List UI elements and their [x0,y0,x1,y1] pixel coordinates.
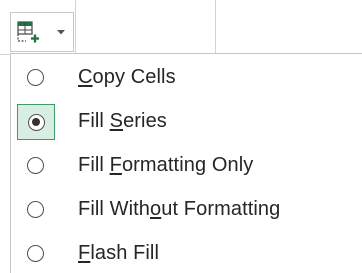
access-key: o [150,198,162,220]
access-key: S [109,110,124,132]
menu-item-label: Flash Fill [78,242,160,264]
grid-line [215,0,216,54]
menu-item-flash-fill[interactable]: Flash Fill [11,234,361,273]
radio-dot-icon [32,118,40,126]
radio-button[interactable] [27,157,44,174]
menu-item-fill-without-formatting[interactable]: Fill Without Formatting [11,190,361,230]
radio-container[interactable] [17,236,55,272]
radio-container[interactable] [17,148,55,184]
radio-button[interactable] [27,245,44,262]
chevron-down-icon[interactable] [55,27,67,37]
radio-container[interactable] [17,192,55,228]
radio-container-selected[interactable] [17,104,55,140]
access-key: C [78,66,93,88]
radio-container[interactable] [17,60,55,96]
menu-item-label: Fill Formatting Only [78,154,254,176]
access-key: F [109,154,122,176]
menu-item-label: Fill Without Formatting [78,198,281,220]
auto-fill-options-menu: Copy Cells Fill Series Fill Formatting O… [10,53,362,273]
grid-line [75,0,76,54]
auto-fill-options-icon [17,21,39,43]
menu-item-fill-formatting-only[interactable]: Fill Formatting Only [11,146,361,186]
menu-item-label: Fill Series [78,110,167,132]
radio-button-selected[interactable] [28,114,45,131]
auto-fill-options-button[interactable] [10,12,74,52]
menu-item-label: Copy Cells [78,66,176,88]
access-key: F [78,242,91,264]
menu-item-fill-series[interactable]: Fill Series [11,102,361,142]
radio-button[interactable] [27,201,44,218]
autofill-options-screen: Copy Cells Fill Series Fill Formatting O… [0,0,362,273]
radio-button[interactable] [27,69,44,86]
menu-item-copy-cells[interactable]: Copy Cells [11,58,361,98]
